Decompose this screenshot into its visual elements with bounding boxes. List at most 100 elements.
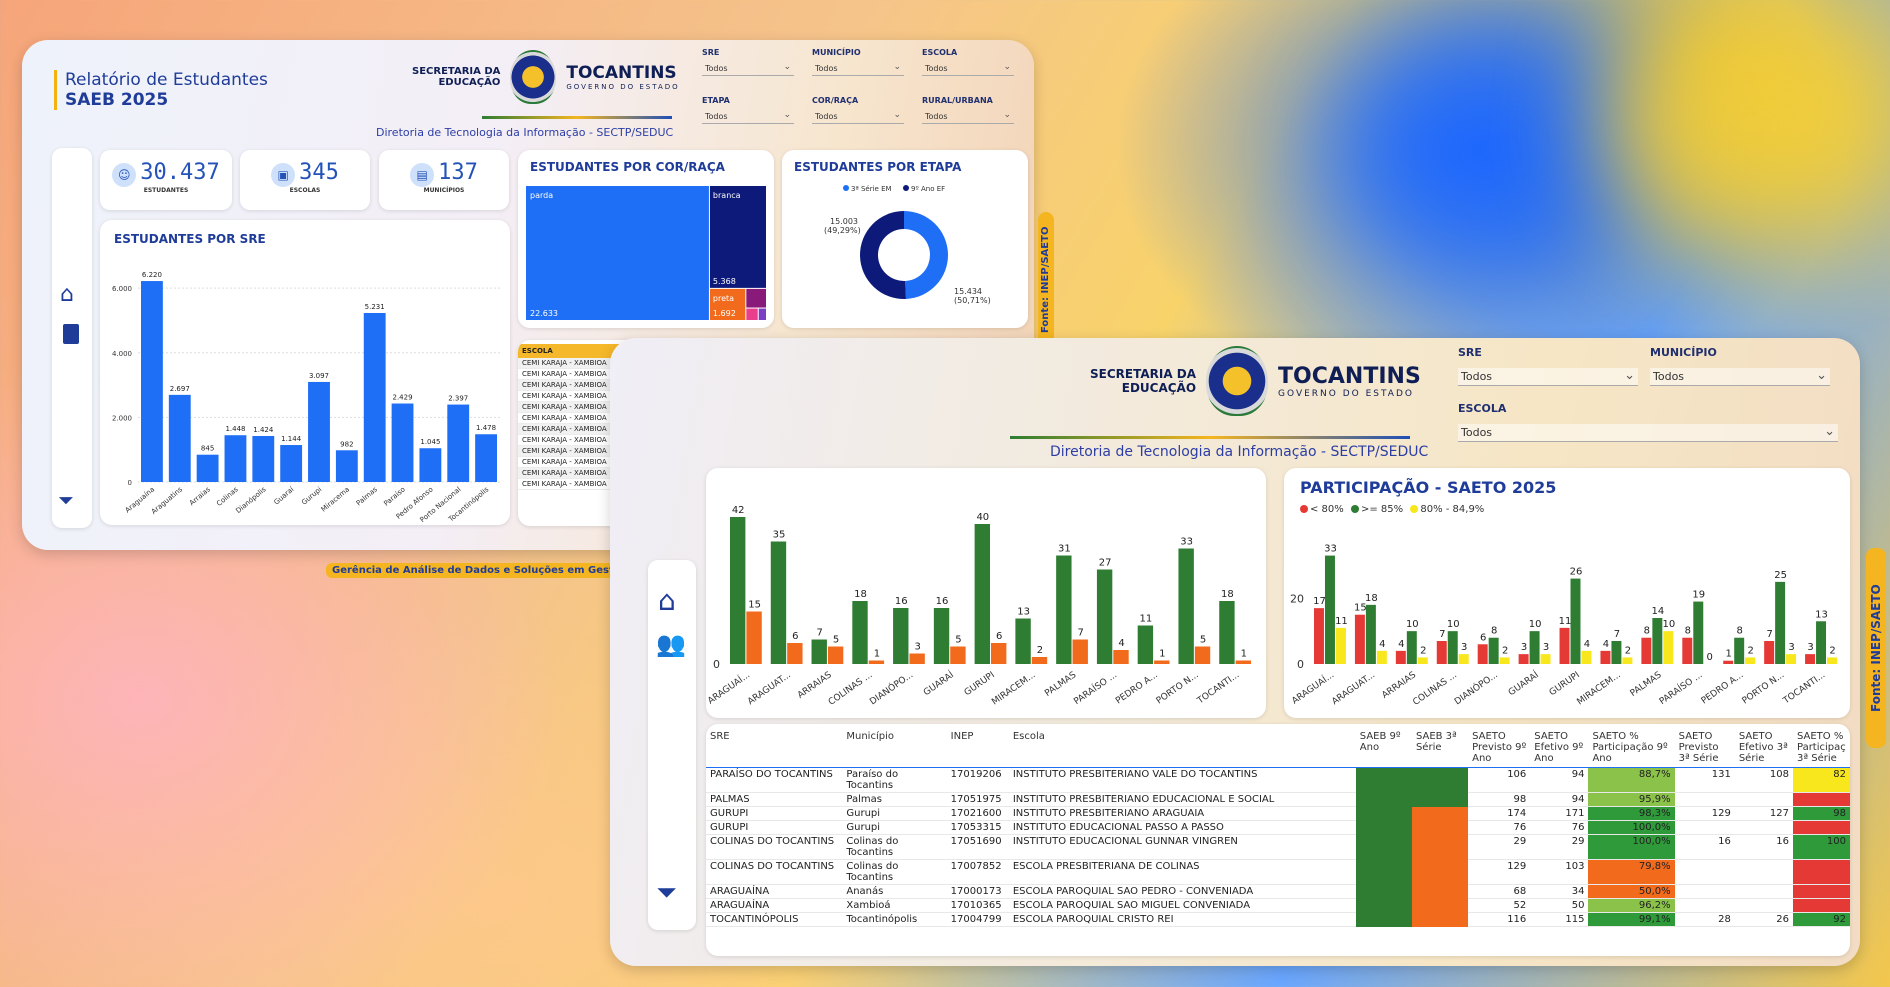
- table-row[interactable]: TOCANTINÓPOLIS Tocantinópolis 17004799 ESCO…: [706, 912, 1850, 927]
- table-row[interactable]: ARAGUAÍNA Ananás 17000173 ESCOLA PAROQUIAL …: [706, 884, 1850, 899]
- bar[interactable]: [893, 608, 909, 664]
- bar[interactable]: [950, 646, 966, 665]
- bar[interactable]: [868, 660, 885, 665]
- bar[interactable]: [1178, 548, 1194, 665]
- bar[interactable]: [974, 524, 990, 664]
- bar[interactable]: [1194, 646, 1211, 665]
- bar[interactable]: [1137, 625, 1154, 665]
- table-row[interactable]: COLINAS DO TOCANTINS Colinas do Tocantins…: [706, 834, 1850, 860]
- table-row[interactable]: PALMAS Palmas 17051975 INSTITUTO PRESBITERI…: [706, 792, 1850, 807]
- table-row[interactable]: GURUPI Gurupi 17021600 INSTITUTO PRESBITERI…: [706, 806, 1850, 821]
- bar[interactable]: [1113, 650, 1129, 664]
- bar[interactable]: [852, 601, 868, 664]
- treemap-cell-parda[interactable]: [526, 186, 709, 320]
- filter-dropdown[interactable]: Todos ⌄: [812, 62, 904, 76]
- bar[interactable]: [1641, 637, 1652, 664]
- bar[interactable]: [1775, 581, 1786, 664]
- bar[interactable]: [1417, 657, 1428, 664]
- donut-slice[interactable]: [859, 211, 906, 299]
- column-header[interactable]: Escola: [1009, 728, 1356, 768]
- bar[interactable]: [1314, 608, 1324, 664]
- bar[interactable]: [1154, 660, 1170, 665]
- bar[interactable]: [1682, 637, 1693, 664]
- bar[interactable]: [1518, 654, 1529, 664]
- bar[interactable]: [1663, 631, 1674, 664]
- bar[interactable]: [827, 646, 844, 665]
- filter-dropdown[interactable]: Todos ⌄: [702, 62, 794, 76]
- bar[interactable]: [1786, 654, 1797, 664]
- bar[interactable]: [1529, 631, 1540, 664]
- bar[interactable]: [141, 281, 163, 482]
- column-header[interactable]: SRE: [706, 728, 842, 768]
- bar[interactable]: [933, 608, 950, 664]
- bar[interactable]: [1015, 618, 1031, 665]
- bar[interactable]: [1376, 650, 1387, 664]
- table-row[interactable]: GURUPI Gurupi 17053315 INSTITUTO EDUCACIONA…: [706, 820, 1850, 835]
- bar[interactable]: [1335, 627, 1346, 664]
- filter-dropdown[interactable]: Todos ⌄: [922, 110, 1014, 124]
- bar[interactable]: [1458, 654, 1469, 664]
- bar[interactable]: [1499, 657, 1510, 664]
- bar[interactable]: [1611, 641, 1622, 664]
- table-row[interactable]: PARAÍSO DO TOCANTINS Paraíso do Tocantins…: [706, 767, 1850, 793]
- bar[interactable]: [1581, 650, 1592, 664]
- bar[interactable]: [1096, 569, 1113, 665]
- column-header[interactable]: SAEB 9º Ano: [1356, 728, 1412, 768]
- bar[interactable]: [280, 445, 303, 482]
- bar[interactable]: [1652, 618, 1663, 664]
- table-row[interactable]: ARAGUAÍNA Xambioá 17010365 ESCOLA PAROQUIAL…: [706, 898, 1850, 913]
- clear-filter-icon[interactable]: ⏷: [58, 488, 74, 512]
- bar[interactable]: [196, 454, 219, 482]
- bar[interactable]: [770, 541, 787, 665]
- column-header[interactable]: SAETO Previsto 9º Ano: [1468, 728, 1530, 768]
- bar[interactable]: [475, 434, 497, 482]
- treemap-cell-branca[interactable]: [709, 186, 766, 288]
- filter-dropdown[interactable]: Todos ⌄: [1458, 368, 1638, 386]
- bar[interactable]: [746, 611, 762, 665]
- bar[interactable]: [1745, 657, 1756, 664]
- bar[interactable]: [1354, 614, 1365, 664]
- bar[interactable]: [363, 312, 386, 482]
- column-header[interactable]: Município: [842, 728, 946, 768]
- bar[interactable]: [1235, 660, 1251, 665]
- filter-dropdown[interactable]: Todos ⌄: [1458, 424, 1838, 442]
- column-header[interactable]: SAETO Efetivo 9º Ano: [1530, 728, 1588, 768]
- bar[interactable]: [1734, 637, 1745, 664]
- home-icon[interactable]: ⌂: [658, 584, 676, 617]
- home-icon[interactable]: ⌂: [60, 282, 74, 307]
- treemap-cell-small[interactable]: [746, 308, 758, 320]
- bar[interactable]: [991, 643, 1007, 664]
- filter-dropdown[interactable]: Todos ⌄: [702, 110, 794, 124]
- bar[interactable]: [1219, 601, 1235, 664]
- filter-dropdown[interactable]: Todos ⌄: [922, 62, 1014, 76]
- bar[interactable]: [1072, 639, 1088, 665]
- bar[interactable]: [1406, 631, 1417, 664]
- column-header[interactable]: SAETO % Participação 9º Ano: [1588, 728, 1674, 768]
- bar[interactable]: [1622, 657, 1633, 664]
- bar[interactable]: [1324, 555, 1335, 664]
- column-header[interactable]: SAEB 3ª Série: [1412, 728, 1468, 768]
- bar[interactable]: [1723, 660, 1734, 664]
- bar[interactable]: [308, 381, 330, 482]
- bar[interactable]: [1559, 627, 1570, 664]
- bar[interactable]: [1447, 631, 1458, 664]
- bar[interactable]: [1693, 601, 1704, 664]
- treemap-cell-small[interactable]: [746, 288, 766, 308]
- bar[interactable]: [811, 639, 827, 665]
- donut-slice[interactable]: [904, 211, 948, 299]
- bar[interactable]: [1540, 654, 1551, 664]
- bar[interactable]: [1570, 578, 1581, 664]
- bar[interactable]: [419, 448, 442, 482]
- bar[interactable]: [1488, 637, 1499, 664]
- treemap-cell-small[interactable]: [758, 308, 766, 320]
- column-header[interactable]: INEP: [947, 728, 1009, 768]
- bar[interactable]: [1056, 555, 1072, 665]
- bar[interactable]: [1600, 650, 1611, 664]
- report-icon[interactable]: [63, 324, 79, 344]
- bar[interactable]: [1805, 654, 1816, 664]
- filter-dropdown[interactable]: Todos ⌄: [1650, 368, 1830, 386]
- bar[interactable]: [1436, 641, 1447, 664]
- bar[interactable]: [1395, 650, 1406, 664]
- bar[interactable]: [730, 517, 746, 664]
- bar[interactable]: [224, 435, 247, 482]
